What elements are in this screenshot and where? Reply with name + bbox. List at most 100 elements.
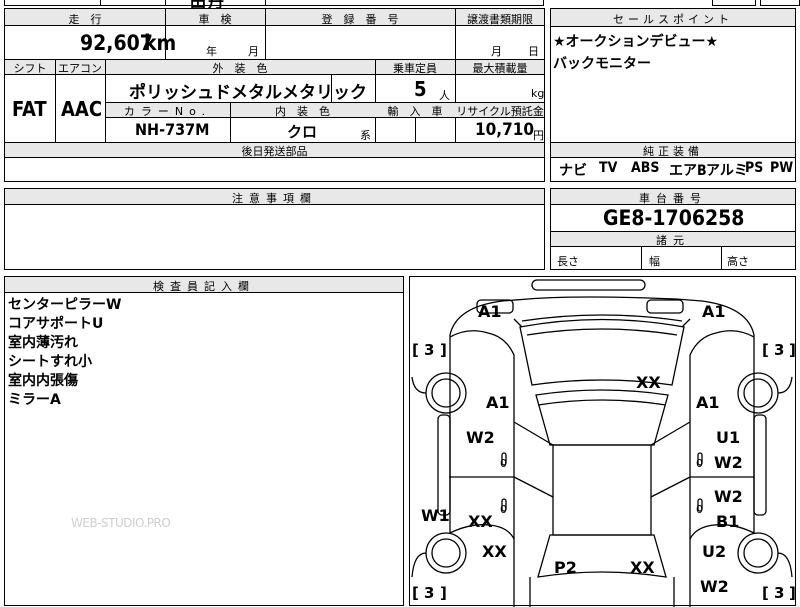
inspector-box: 検査員記入欄 センターピラーW コアサポートU 室内薄汚れ シートすれ小 室内内… [4,276,404,606]
bracket-right-front-num: 3 [774,341,784,359]
mark-u1-right-front-door: U1 [716,428,740,447]
equipment-header: 純正装備 [643,145,703,158]
equipment-navi: ナビ [559,163,587,179]
dimension-width-label: 幅 [649,255,660,268]
header-aircon: エアコン [58,62,102,75]
car-damage-diagram-box: A1 A1 XX A1 A1 W2 U1 W2 W2 W1 XX B1 XX U… [409,276,796,607]
inspector-line-2: コアサポートU [8,316,104,332]
bracket-right-rear-close: ] [789,584,795,602]
interior-color-value: クロ [287,123,318,141]
chassis-header: 車台番号 [639,192,707,205]
header-interior-color: 内 装 色 [275,105,330,118]
bracket-left-front-num: 3 [424,341,434,359]
equipment-airbag: エアB [669,163,707,179]
mark-zero-right-front: 0 [696,457,703,470]
bracket-right-rear-num: 3 [774,584,784,602]
equipment-power-steering: PS [745,160,764,176]
main-info-table: 走 行 車 検 登 録 番 号 譲渡書類期限 92,607 km 年 月 月 日… [4,8,545,182]
mark-xx-hood: XX [636,373,661,392]
mark-xx-trunk: XX [630,558,655,577]
mark-a1-right-fender: A1 [696,393,720,412]
mileage-unit: km [144,31,177,55]
capacity-unit: 人 [439,89,450,102]
top-cut-row [4,0,544,6]
header-color-number: カラーNo. [123,105,212,118]
sales-point-line-2: バックモニター [553,56,651,72]
equipment-alloy-wheels: アルミ [706,163,748,179]
sales-point-box: セールスポイント ★オークションデビュー★ バックモニター 純正装備 ナビ TV… [550,8,796,182]
mark-zero-left-front: 0 [500,457,507,470]
header-import-car: 輸 入 車 [387,105,443,118]
capacity-value: 5 [414,77,427,101]
equipment-power-windows: PW [770,160,794,176]
header-shaken: 車 検 [198,13,232,26]
inspector-line-5: 室内内張傷 [8,373,78,389]
inspector-line-6: ミラーA [8,392,61,408]
top-cut-right-1 [712,0,756,6]
chassis-box: 車台番号 GE8-1706258 諸元 長さ 幅 高さ [550,188,796,270]
bracket-right-front-open: [ [762,341,769,359]
dimension-length-label: 長さ [557,255,579,268]
bracket-left-rear-num: 3 [424,584,434,602]
shaken-month-label: 月 [248,45,259,58]
header-recycle-deposit: リサイクル預託金 [456,105,544,118]
sales-point-line-1: ★オークションデビュー★ [553,34,719,50]
chassis-number: GE8-1706258 [603,206,745,230]
mark-xx-left-rear-door: XX [468,512,493,531]
bracket-left-rear-close: ] [440,584,447,602]
mark-a1-front-right: A1 [702,302,726,321]
mark-w2-right-rear-door: W2 [714,487,743,506]
mark-xx-left-rear: XX [482,542,507,561]
caution-header: 注意事項欄 [232,192,317,205]
shaken-year-label: 年 [206,45,217,58]
header-max-load: 最大積載量 [472,62,528,75]
mark-w2-left-front-door: W2 [466,428,495,447]
header-transfer-deadline: 譲渡書類期限 [467,13,533,26]
equipment-tv: TV [599,160,618,176]
mark-a1-front-left: A1 [478,302,502,321]
load-unit: kg [531,87,545,100]
inspector-line-3: 室内薄汚れ [8,335,78,351]
color-number-value: NH-737M [135,120,210,139]
top-cut-right-2 [760,0,800,6]
mark-w2-rear-right: W2 [700,577,729,596]
mark-zero-left-rear: 0 [500,503,507,516]
shift-value: FAT [12,97,47,121]
bracket-right-front-close: ] [789,341,795,359]
dimension-height-label: 高さ [727,255,749,268]
inspector-header: 検査員記入欄 [153,280,255,293]
mark-p2-trunk: P2 [554,558,577,577]
interior-color-suffix: 系 [360,129,371,142]
mark-zero-right-rear: 0 [696,503,703,516]
bracket-left-front-open: [ [412,341,419,359]
header-capacity: 乗車定員 [393,62,437,75]
mark-w2-right-front-door: W2 [714,453,743,472]
recycle-deposit-unit: 円 [533,129,544,142]
bracket-right-rear-open: [ [762,584,769,602]
dimensions-header: 諸元 [656,234,690,247]
equipment-abs: ABS [631,160,660,176]
bracket-left-rear-open: [ [412,584,419,602]
caution-box: 注意事項欄 [4,188,545,270]
transfer-day-label: 日 [528,45,539,58]
transfer-month-label: 月 [491,45,502,58]
mark-a1-left-fender: A1 [486,393,510,412]
bracket-left-front-close: ] [440,341,447,359]
sales-point-header: セールスポイント [613,13,733,26]
header-shift: シフト [13,62,47,75]
watermark: WEB-STUDIO.PRO [71,516,171,530]
mark-b1-right-rear-door: B1 [716,512,739,531]
exterior-color-value: ポリッシュドメタルメタリック [129,83,367,103]
header-exterior-color: 外 装 色 [212,62,268,75]
header-mileage: 走 行 [68,13,102,26]
header-registration: 登 録 番 号 [321,13,399,26]
mileage-value: 92,607 [80,31,153,55]
inspector-line-4: シートすれ小 [8,354,92,370]
mark-w1-left-pillar: W1 [421,506,450,525]
mark-u2-right-rear: U2 [702,542,726,561]
inspector-line-1: センターピラーW [8,297,122,313]
recycle-deposit-value: 10,710 [475,120,535,140]
header-later-shipping-parts: 後日発送部品 [241,145,308,158]
aircon-value: AAC [61,97,103,121]
car-outline-diagram: A1 A1 XX A1 A1 W2 U1 W2 W2 W1 XX B1 XX U… [411,279,795,607]
